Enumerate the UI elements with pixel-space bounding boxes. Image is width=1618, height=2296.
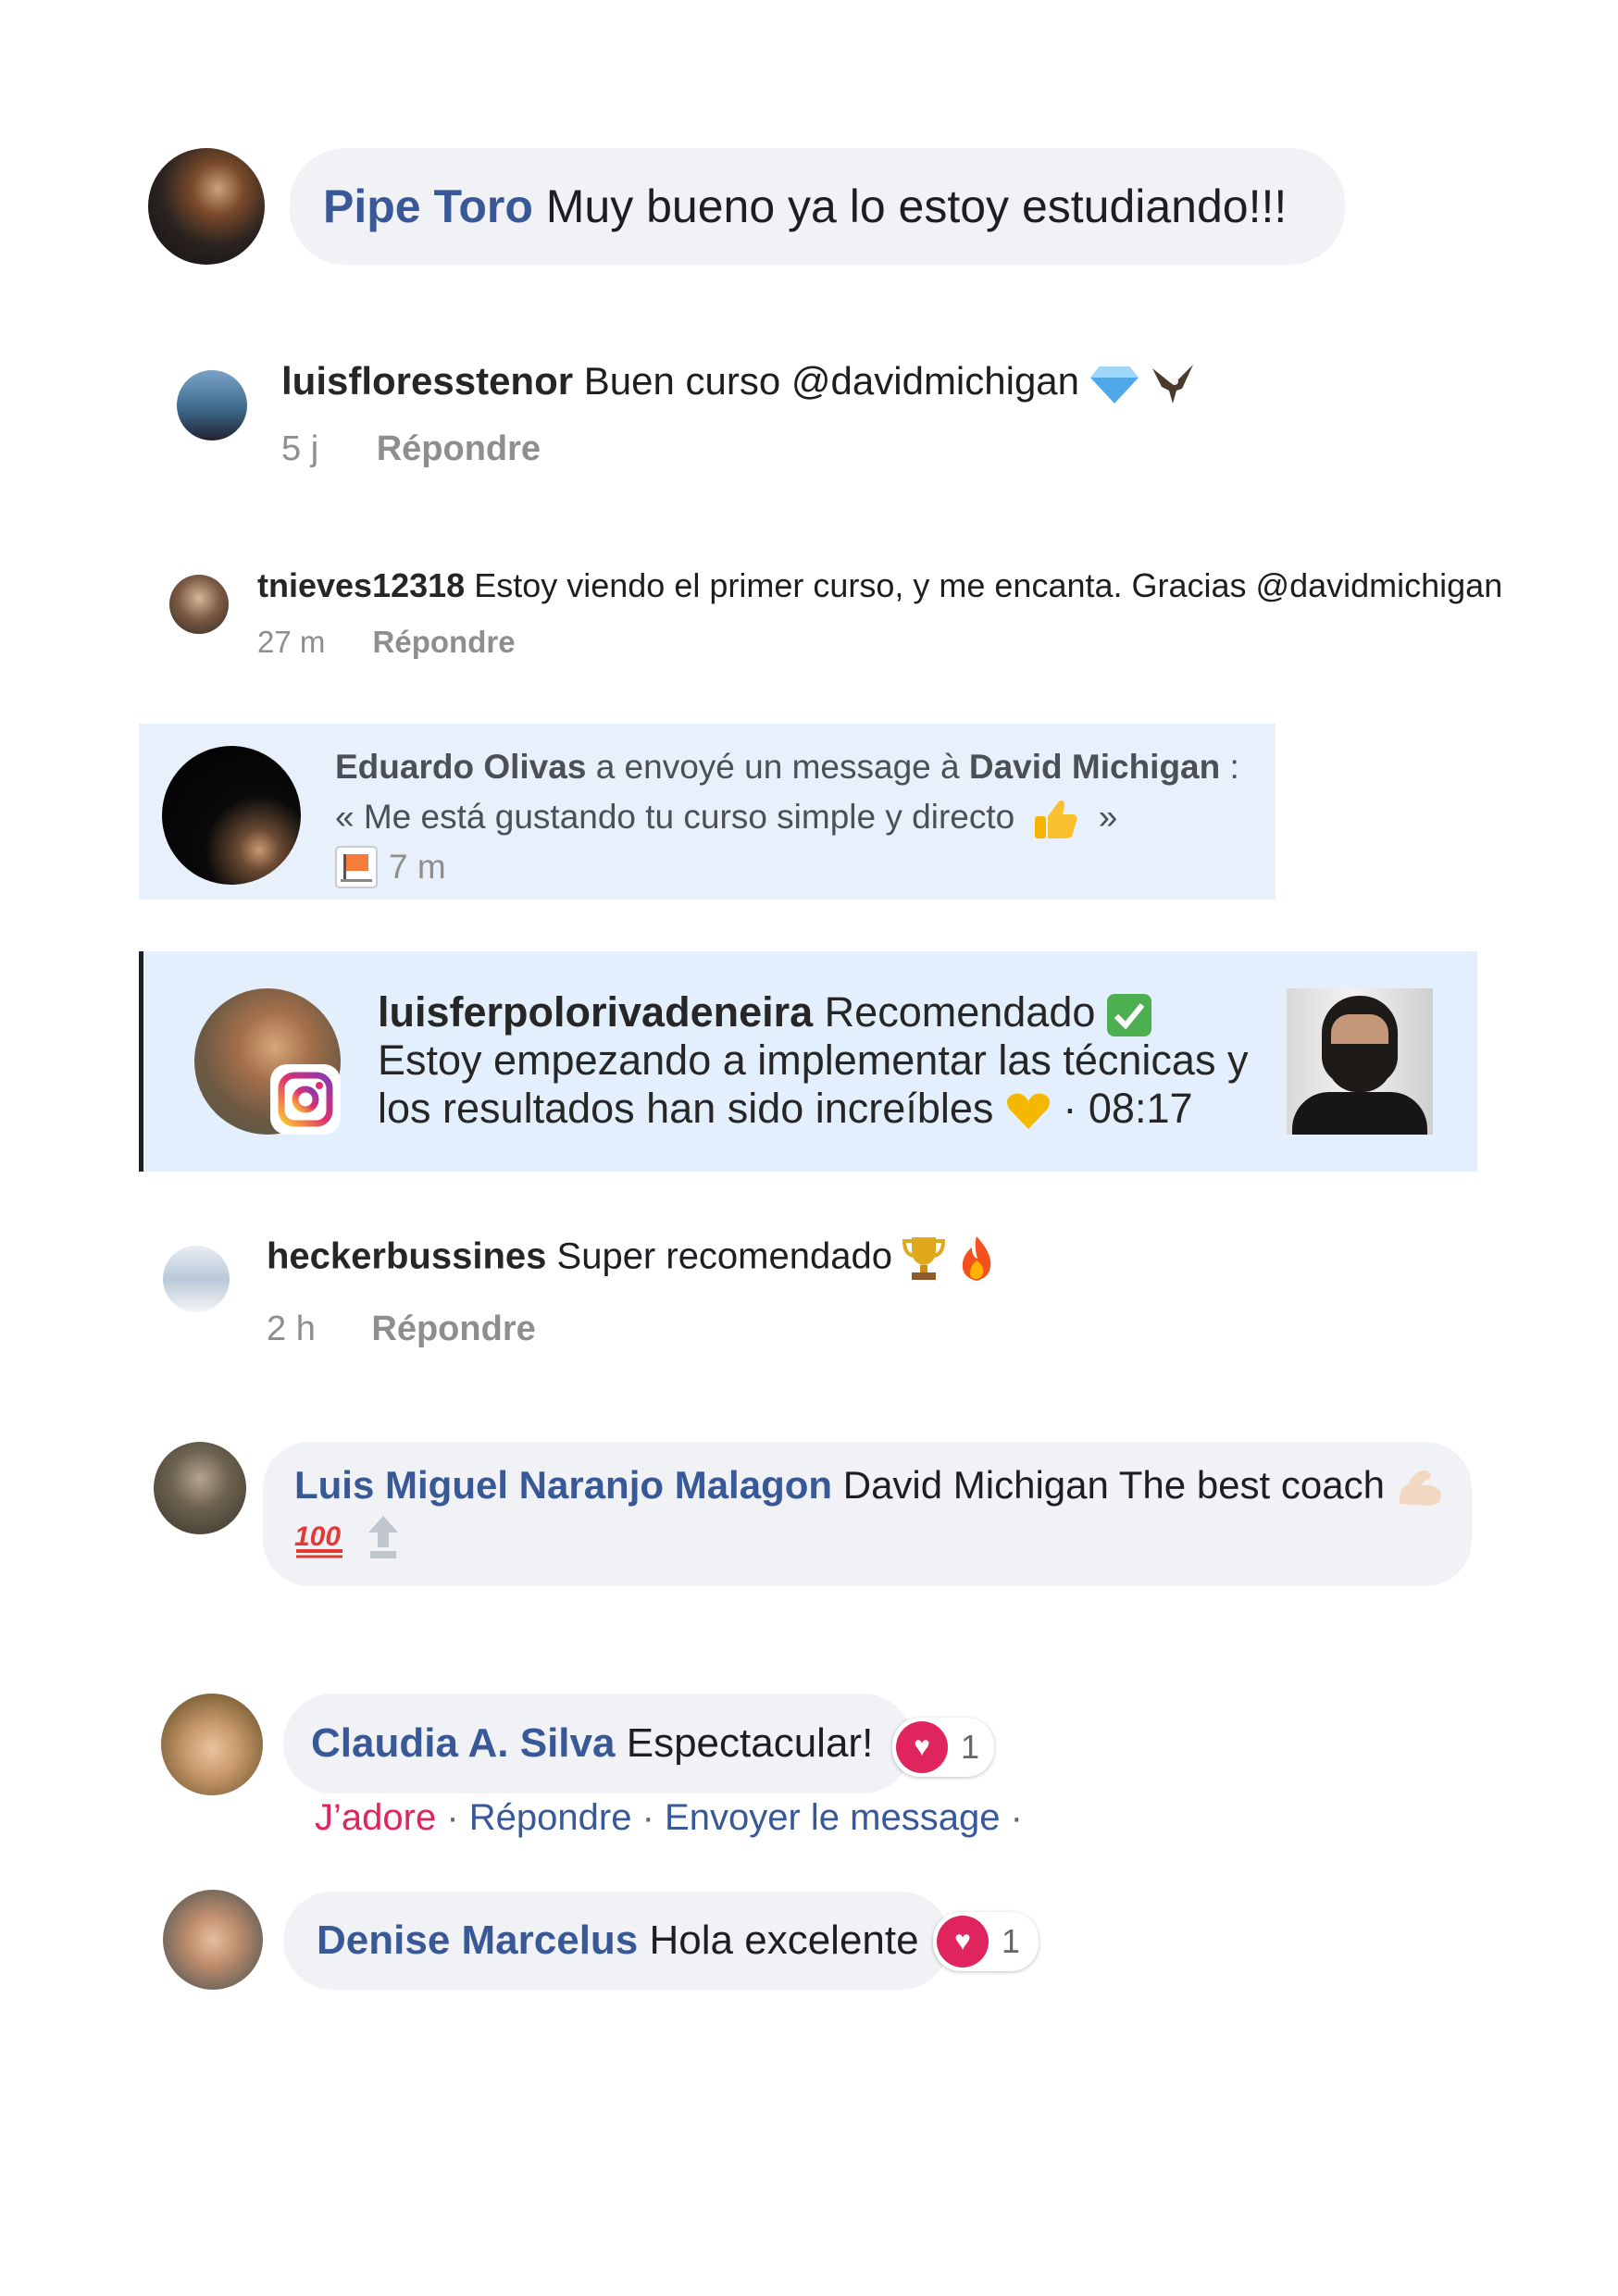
timestamp: 2 h [267, 1309, 316, 1348]
timestamp: 7 m [389, 848, 446, 886]
separator: · [446, 1797, 459, 1838]
send-message-link[interactable]: Envoyer le message [665, 1797, 1000, 1838]
thumbs-up-icon [1035, 800, 1078, 839]
commenter-name[interactable]: tnieves12318 [257, 566, 465, 604]
avatar[interactable] [177, 370, 247, 441]
post-thumbnail[interactable] [1287, 988, 1433, 1135]
comment-text: David Michigan The best coach [842, 1463, 1385, 1507]
commenter-name[interactable]: Claudia A. Silva [311, 1720, 615, 1767]
avatar[interactable] [163, 1246, 230, 1312]
timestamp: · 08:17 [1063, 1085, 1193, 1133]
reply-link[interactable]: Répondre [371, 1309, 535, 1348]
heart-reaction-icon: ♥ [937, 1916, 989, 1967]
colon: : [1229, 748, 1239, 786]
reply-link[interactable]: Répondre [373, 625, 516, 659]
love-link[interactable]: J’adore [315, 1797, 436, 1838]
reply-link[interactable]: Répondre [469, 1797, 632, 1838]
avatar [162, 746, 301, 885]
quoted-message: Me está gustando tu curso simple y direc… [363, 798, 1015, 836]
notification-action: a envoyé un message à [595, 748, 960, 786]
separator: · [641, 1797, 654, 1838]
recipient-name: David Michigan [968, 748, 1221, 786]
check-mark-icon [1106, 994, 1151, 1037]
comment-body: heckerbussines Super recomendado [267, 1235, 998, 1283]
commenter-name: luisferpolorivadeneira [378, 988, 814, 1036]
reply-link[interactable]: Répondre [377, 429, 541, 468]
comment-text: Espectacular! [626, 1720, 874, 1766]
avatar[interactable] [169, 575, 229, 634]
commenter-name[interactable]: Pipe Toro [323, 180, 533, 233]
reaction-count[interactable]: ♥ 1 [892, 1718, 994, 1777]
yellow-heart-icon [1006, 1093, 1050, 1130]
top-arrow-icon [367, 1515, 398, 1558]
eagle-icon [1152, 364, 1194, 403]
sender-name: Eduardo Olivas [335, 748, 587, 786]
avatar[interactable] [161, 1694, 263, 1795]
gem-icon [1089, 366, 1139, 403]
quote-open: « [335, 798, 355, 836]
reaction-count[interactable]: ♥ 1 [933, 1912, 1039, 1971]
comment-bubble: Denise Marcelus Hola excelente [283, 1892, 950, 1990]
comment-bubble: Pipe Toro Muy bueno ya lo estoy estudian… [290, 148, 1345, 265]
comment-actions: 5 j Répondre [281, 429, 541, 469]
instagram-icon [270, 1064, 341, 1135]
comment-text: Hola excelente [649, 1917, 919, 1963]
flexed-biceps-icon [1399, 1470, 1441, 1506]
notification-text: luisferpolorivadeneira Recomendado Estoy… [378, 988, 1257, 1133]
comment-bubble: Claudia A. Silva Espectacular! [283, 1694, 913, 1793]
comment-body: tnieves12318 Estoy viendo el primer curs… [257, 566, 1502, 605]
hundred-points-icon: 100 [294, 1521, 342, 1558]
timestamp: 5 j [281, 429, 319, 468]
trophy-icon [902, 1237, 946, 1280]
timestamp: 27 m [257, 625, 326, 659]
avatar[interactable] [163, 1890, 263, 1990]
reaction-number: 1 [961, 1728, 980, 1766]
notification-text: Eduardo Olivas a envoyé un message à Dav… [335, 742, 1261, 892]
comment-text: Estoy viendo el primer curso, y me encan… [474, 566, 1503, 604]
comment-body: luisfloresstenor Buen curso @davidmichig… [281, 359, 1197, 405]
svg-text:100: 100 [294, 1521, 341, 1552]
separator: · [1010, 1797, 1023, 1838]
avatar[interactable] [148, 148, 265, 265]
commenter-name[interactable]: Denise Marcelus [317, 1917, 638, 1964]
comment-actions: 27 m Répondre [257, 625, 516, 660]
fire-icon [963, 1236, 991, 1281]
comment-bubble: Luis Miguel Naranjo Malagon David Michig… [263, 1442, 1472, 1586]
reaction-number: 1 [1002, 1922, 1021, 1960]
commenter-name[interactable]: heckerbussines [267, 1236, 546, 1277]
comment-text: Super recomendado [556, 1235, 892, 1277]
avatar[interactable] [154, 1442, 246, 1534]
comment-text: Muy bueno ya lo estoy estudiando!!! [545, 180, 1288, 232]
commenter-name[interactable]: luisfloresstenor [281, 359, 573, 403]
comment-actions: J’adore · Répondre · Envoyer le message … [315, 1797, 1023, 1839]
comment-text: Buen curso @davidmichigan [583, 359, 1080, 403]
notification-text-part: Recomendado [824, 988, 1096, 1036]
quote-close: » [1098, 798, 1118, 836]
flag-icon [335, 846, 378, 888]
commenter-name[interactable]: Luis Miguel Naranjo Malagon [294, 1463, 832, 1507]
comment-actions: 2 h Répondre [267, 1309, 536, 1349]
heart-reaction-icon: ♥ [896, 1721, 948, 1773]
